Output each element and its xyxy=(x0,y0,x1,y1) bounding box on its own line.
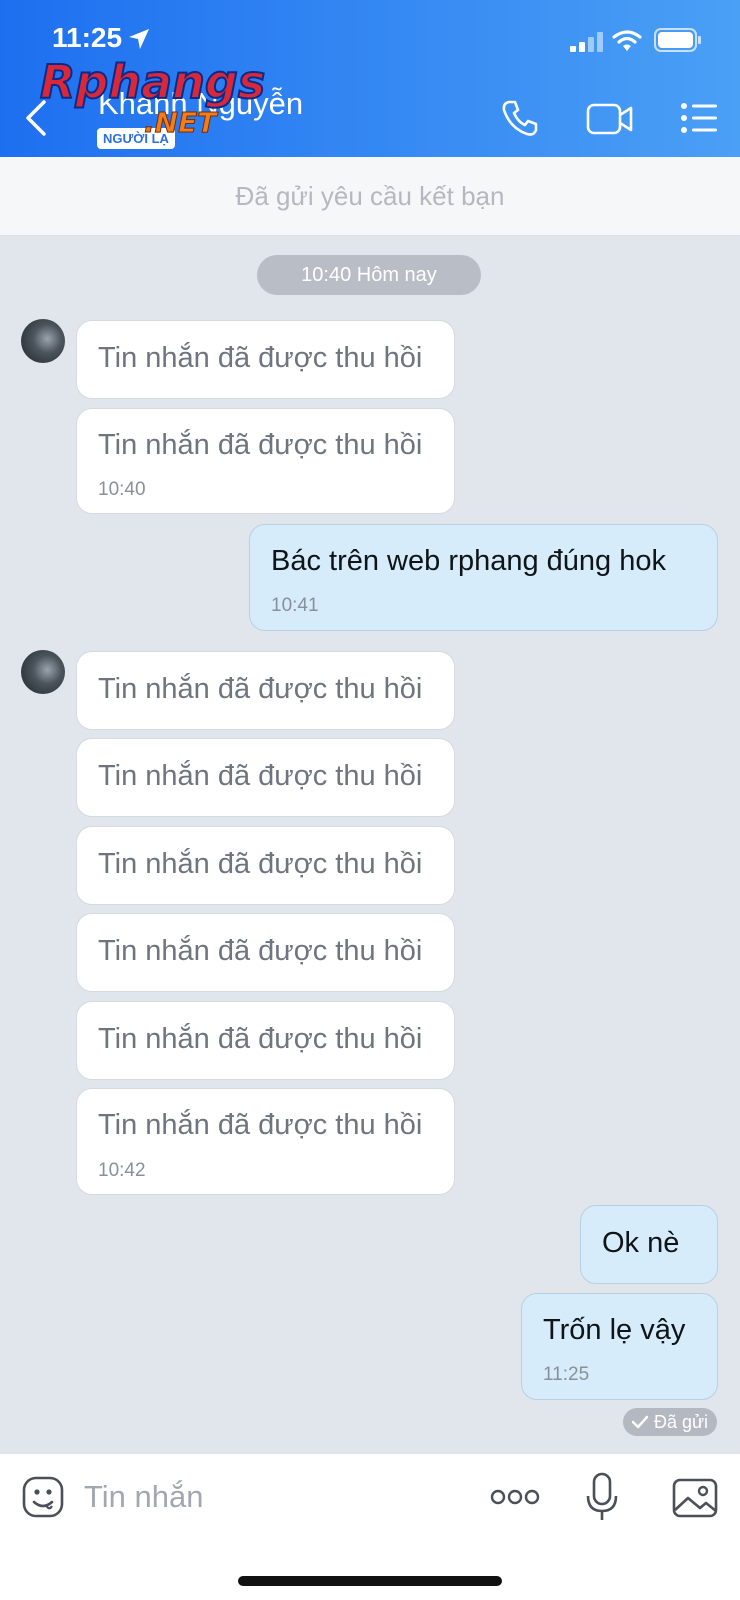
message-text: Bác trên web rphang đúng hok xyxy=(271,545,666,577)
sent-status-text: Đã gửi xyxy=(653,1411,709,1432)
message-text: Trốn lẹ vậy xyxy=(543,1314,686,1346)
message-text: Tin nhắn đã được thu hồi xyxy=(98,342,423,374)
incoming-message-bubble[interactable]: Tin nhắn đã được thu hồi xyxy=(76,738,455,817)
message-time: 11:25 xyxy=(543,1364,590,1385)
date-separator: 10:40 Hôm nay xyxy=(257,255,481,295)
sent-status-badge: Đã gửi xyxy=(623,1408,717,1436)
message-text: Tin nhắn đã được thu hồi xyxy=(98,1023,423,1055)
incoming-message-bubble[interactable]: Tin nhắn đã được thu hồi xyxy=(76,826,455,905)
battery-icon xyxy=(654,28,701,52)
contact-avatar[interactable] xyxy=(21,650,65,694)
wifi-icon xyxy=(612,30,642,51)
incoming-message-bubble[interactable]: Tin nhắn đã được thu hồi 10:40 xyxy=(76,408,455,514)
outgoing-message-bubble[interactable]: Bác trên web rphang đúng hok 10:41 xyxy=(249,524,718,631)
phone-call-icon[interactable] xyxy=(500,98,540,138)
location-arrow-icon xyxy=(129,29,149,49)
contact-avatar[interactable] xyxy=(21,319,65,363)
cellular-signal-icon xyxy=(570,32,603,52)
microphone-icon[interactable] xyxy=(585,1472,619,1522)
incoming-message-bubble[interactable]: Tin nhắn đã được thu hồi xyxy=(76,651,455,730)
message-text: Ok nè xyxy=(602,1227,680,1259)
incoming-message-bubble[interactable]: Tin nhắn đã được thu hồi xyxy=(76,913,455,992)
checkmark-icon xyxy=(631,1415,648,1429)
status-time: 11:25 xyxy=(52,22,123,53)
outgoing-message-bubble[interactable]: Trốn lẹ vậy 11:25 xyxy=(521,1293,718,1400)
message-text: Tin nhắn đã được thu hồi xyxy=(98,848,423,880)
friend-request-bar: Đã gửi yêu cầu kết bạn xyxy=(0,157,740,236)
message-text: Tin nhắn đã được thu hồi xyxy=(98,760,423,792)
svg-text:.NET: .NET xyxy=(144,106,218,139)
rphangs-watermark-logo: Rphangs .NET xyxy=(39,54,266,140)
message-text: Tin nhắn đã được thu hồi xyxy=(98,935,423,967)
chat-header: 11:25 Khanh Nguyễn NGƯỜI LẠ Rphangs .NET xyxy=(0,0,740,157)
home-indicator[interactable] xyxy=(238,1576,502,1586)
image-gallery-icon[interactable] xyxy=(672,1478,718,1518)
message-input[interactable] xyxy=(84,1474,464,1520)
incoming-message-bubble[interactable]: Tin nhắn đã được thu hồi xyxy=(76,1001,455,1080)
message-time: 10:40 xyxy=(98,479,146,500)
friend-request-text: Đã gửi yêu cầu kết bạn xyxy=(235,180,505,211)
emoji-sticker-icon[interactable] xyxy=(22,1476,64,1518)
message-text: Tin nhắn đã được thu hồi xyxy=(98,429,423,461)
svg-text:Rphangs: Rphangs xyxy=(40,55,265,109)
more-options-icon[interactable] xyxy=(490,1488,540,1506)
message-time: 10:41 xyxy=(271,595,319,616)
outgoing-message-bubble[interactable]: Ok nè xyxy=(580,1205,718,1284)
message-time: 10:42 xyxy=(98,1160,146,1181)
incoming-message-bubble[interactable]: Tin nhắn đã được thu hồi 10:42 xyxy=(76,1088,455,1195)
message-text: Tin nhắn đã được thu hồi xyxy=(98,673,423,705)
message-text: Tin nhắn đã được thu hồi xyxy=(98,1109,423,1141)
menu-list-icon[interactable] xyxy=(680,102,718,134)
video-call-icon[interactable] xyxy=(586,102,634,136)
incoming-message-bubble[interactable]: Tin nhắn đã được thu hồi xyxy=(76,320,455,399)
